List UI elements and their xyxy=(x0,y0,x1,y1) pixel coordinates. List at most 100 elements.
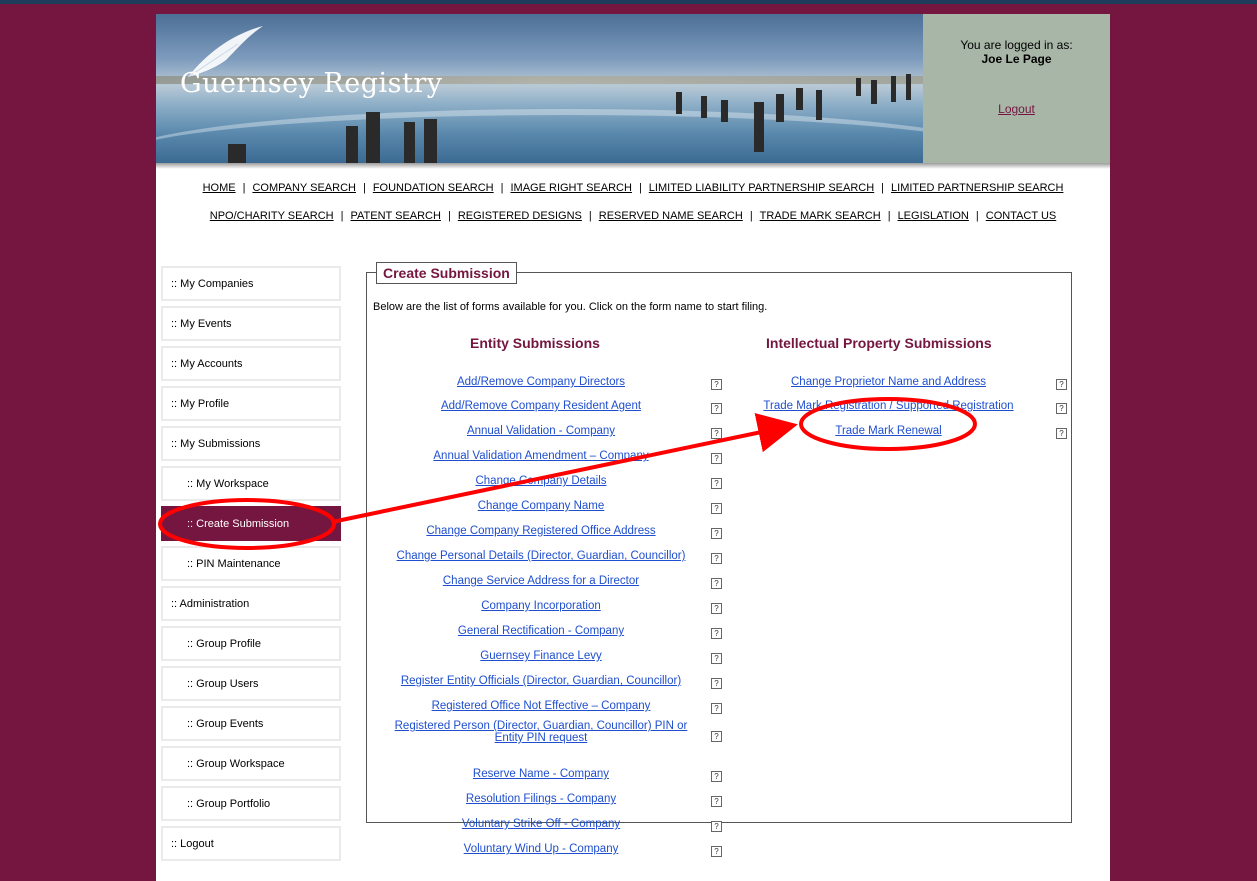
form-link-change-personal-details-director-guardian-councillor[interactable]: Change Personal Details (Director, Guard… xyxy=(381,550,701,562)
nav-link-limited-liability-partnership-search[interactable]: LIMITED LIABILITY PARTNERSHIP SEARCH xyxy=(649,182,874,194)
sidebar-item-label: :: My Submissions xyxy=(171,437,261,450)
intro-text: Below are the list of forms available fo… xyxy=(373,301,768,313)
form-link-change-service-address-for-a-director[interactable]: Change Service Address for a Director xyxy=(381,575,701,587)
form-link-voluntary-strike-off-company[interactable]: Voluntary Strike Off - Company xyxy=(381,818,701,830)
nav-separator: | xyxy=(749,210,753,222)
sidebar-item-administration[interactable]: :: Administration xyxy=(161,586,341,621)
nav-link-patent-search[interactable]: PATENT SEARCH xyxy=(350,210,440,222)
sidebar-item-label: :: Logout xyxy=(171,837,214,850)
sidebar-item-label: :: My Companies xyxy=(171,277,254,290)
help-icon[interactable]: ? xyxy=(711,821,722,832)
main-nav-row-2: NPO/CHARITY SEARCH | PATENT SEARCH | REGISTE… xyxy=(156,210,1110,222)
help-icon[interactable]: ? xyxy=(711,379,722,390)
sidebar-item-my-accounts[interactable]: :: My Accounts xyxy=(161,346,341,381)
sidebar-item-label: :: PIN Maintenance xyxy=(187,557,281,570)
sidebar-item-logout[interactable]: :: Logout xyxy=(161,826,341,861)
help-icon[interactable]: ? xyxy=(1056,403,1067,414)
nav-link-contact-us[interactable]: CONTACT US xyxy=(986,210,1057,222)
sidebar-item-group-workspace[interactable]: :: Group Workspace xyxy=(161,746,341,781)
sidebar-item-label: :: Group Events xyxy=(187,717,264,730)
help-icon[interactable]: ? xyxy=(711,478,722,489)
form-link-trade-mark-registration-supported-registration[interactable]: Trade Mark Registration / Supported Regi… xyxy=(751,400,1026,412)
site-logo[interactable]: Guernsey Registry xyxy=(180,68,443,99)
page-container: Guernsey Registry You are logged in as: … xyxy=(156,14,1110,881)
form-link-guernsey-finance-levy[interactable]: Guernsey Finance Levy xyxy=(381,650,701,662)
form-link-registered-person-director-guardian-councillor-pin-or-entity-pin-request[interactable]: Registered Person (Director, Guardian, C… xyxy=(381,720,701,744)
sidebar-item-group-profile[interactable]: :: Group Profile xyxy=(161,626,341,661)
help-icon[interactable]: ? xyxy=(711,731,722,742)
sidebar-item-label: :: Administration xyxy=(171,597,250,610)
form-link-add-remove-company-resident-agent[interactable]: Add/Remove Company Resident Agent xyxy=(381,400,701,412)
nav-link-company-search[interactable]: COMPANY SEARCH xyxy=(252,182,356,194)
logged-in-label: You are logged in as: xyxy=(960,38,1073,52)
help-icon[interactable]: ? xyxy=(711,428,722,439)
help-icon[interactable]: ? xyxy=(711,553,722,564)
sidebar-item-my-profile[interactable]: :: My Profile xyxy=(161,386,341,421)
help-icon[interactable]: ? xyxy=(711,503,722,514)
help-icon[interactable]: ? xyxy=(1056,428,1067,439)
form-link-resolution-filings-company[interactable]: Resolution Filings - Company xyxy=(381,793,701,805)
help-icon[interactable]: ? xyxy=(711,771,722,782)
nav-separator: | xyxy=(500,182,504,194)
nav-link-limited-partnership-search[interactable]: LIMITED PARTNERSHIP SEARCH xyxy=(891,182,1063,194)
help-icon[interactable]: ? xyxy=(711,703,722,714)
form-link-change-company-name[interactable]: Change Company Name xyxy=(381,500,701,512)
form-link-company-incorporation[interactable]: Company Incorporation xyxy=(381,600,701,612)
nav-separator: | xyxy=(242,182,246,194)
help-icon[interactable]: ? xyxy=(711,628,722,639)
sidebar-item-my-submissions[interactable]: :: My Submissions xyxy=(161,426,341,461)
sidebar-item-my-companies[interactable]: :: My Companies xyxy=(161,266,341,301)
nav-link-trade-mark-search[interactable]: TRADE MARK SEARCH xyxy=(760,210,881,222)
sidebar-item-label: :: My Events xyxy=(171,317,232,330)
help-icon[interactable]: ? xyxy=(711,528,722,539)
nav-link-reserved-name-search[interactable]: RESERVED NAME SEARCH xyxy=(599,210,743,222)
help-icon[interactable]: ? xyxy=(711,603,722,614)
sidebar-item-create-submission[interactable]: :: Create Submission xyxy=(161,506,341,541)
nav-separator: | xyxy=(588,210,592,222)
form-link-annual-validation-company[interactable]: Annual Validation - Company xyxy=(381,425,701,437)
form-link-annual-validation-amendment-company[interactable]: Annual Validation Amendment – Company xyxy=(381,450,701,462)
form-link-trade-mark-renewal[interactable]: Trade Mark Renewal xyxy=(751,425,1026,437)
help-icon[interactable]: ? xyxy=(711,453,722,464)
sidebar-item-pin-maintenance[interactable]: :: PIN Maintenance xyxy=(161,546,341,581)
nav-separator: | xyxy=(447,210,451,222)
sidebar-item-label: :: My Profile xyxy=(171,397,230,410)
sidebar-item-group-users[interactable]: :: Group Users xyxy=(161,666,341,701)
form-link-register-entity-officials-director-guardian-councillor[interactable]: Register Entity Officials (Director, Gua… xyxy=(381,675,701,687)
help-icon[interactable]: ? xyxy=(711,678,722,689)
help-icon[interactable]: ? xyxy=(711,653,722,664)
sidebar-item-label: :: Group Profile xyxy=(187,637,261,650)
form-link-general-rectification-company[interactable]: General Rectification - Company xyxy=(381,625,701,637)
form-link-add-remove-company-directors[interactable]: Add/Remove Company Directors xyxy=(381,376,701,388)
sidebar-menu: :: My Companies:: My Events:: My Account… xyxy=(161,266,341,866)
sidebar-item-group-events[interactable]: :: Group Events xyxy=(161,706,341,741)
sidebar-item-label: :: My Workspace xyxy=(187,477,269,490)
form-link-reserve-name-company[interactable]: Reserve Name - Company xyxy=(381,768,701,780)
form-link-registered-office-not-effective-company[interactable]: Registered Office Not Effective – Compan… xyxy=(381,700,701,712)
help-icon[interactable]: ? xyxy=(711,403,722,414)
nav-link-foundation-search[interactable]: FOUNDATION SEARCH xyxy=(373,182,494,194)
form-link-voluntary-wind-up-company[interactable]: Voluntary Wind Up - Company xyxy=(381,843,701,855)
nav-separator: | xyxy=(638,182,642,194)
help-icon[interactable]: ? xyxy=(711,796,722,807)
top-border xyxy=(0,0,1257,4)
nav-link-npo-charity-search[interactable]: NPO/CHARITY SEARCH xyxy=(210,210,334,222)
sidebar-item-my-workspace[interactable]: :: My Workspace xyxy=(161,466,341,501)
help-icon[interactable]: ? xyxy=(711,846,722,857)
nav-separator: | xyxy=(887,210,891,222)
help-icon[interactable]: ? xyxy=(1056,379,1067,390)
form-link-change-company-registered-office-address[interactable]: Change Company Registered Office Address xyxy=(381,525,701,537)
sidebar-item-group-portfolio[interactable]: :: Group Portfolio xyxy=(161,786,341,821)
sidebar-item-label: :: My Accounts xyxy=(171,357,243,370)
header-logout-link[interactable]: Logout xyxy=(998,102,1035,116)
sidebar-item-label: :: Group Workspace xyxy=(187,757,285,770)
nav-link-image-right-search[interactable]: IMAGE RIGHT SEARCH xyxy=(511,182,632,194)
nav-link-registered-designs[interactable]: REGISTERED DESIGNS xyxy=(458,210,582,222)
nav-link-home[interactable]: HOME xyxy=(203,182,236,194)
form-link-change-company-details[interactable]: Change Company Details xyxy=(381,475,701,487)
nav-link-legislation[interactable]: LEGISLATION xyxy=(898,210,969,222)
sidebar-item-my-events[interactable]: :: My Events xyxy=(161,306,341,341)
user-name: Joe Le Page xyxy=(981,52,1052,66)
form-link-change-proprietor-name-and-address[interactable]: Change Proprietor Name and Address xyxy=(751,376,1026,388)
help-icon[interactable]: ? xyxy=(711,578,722,589)
